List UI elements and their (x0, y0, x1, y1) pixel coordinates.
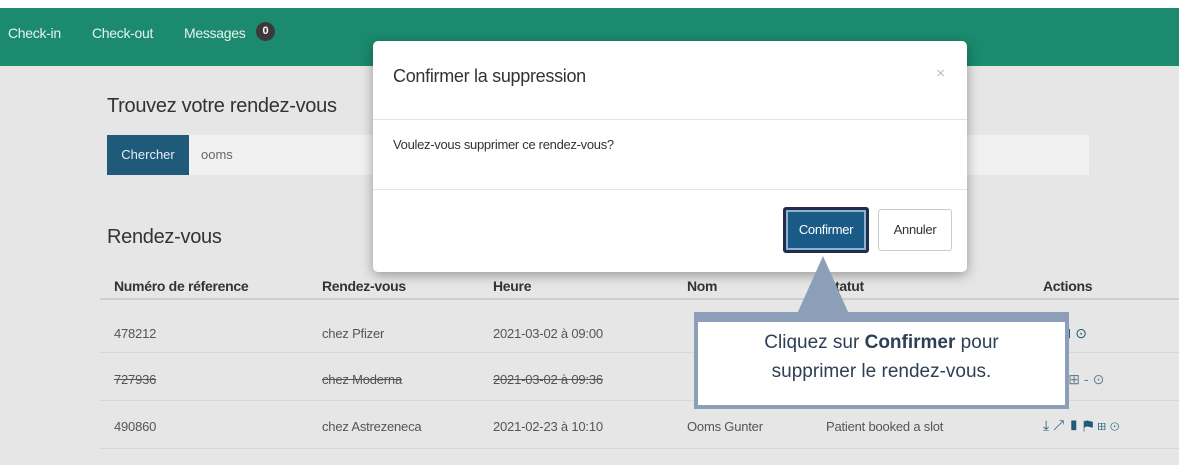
row3-statut: Patient booked a slot (826, 419, 944, 434)
col-heure: Heure (493, 278, 532, 294)
cancel-button[interactable]: Annuler (878, 209, 952, 251)
callout-emphasis: Confirmer (864, 332, 956, 353)
header-divider (100, 298, 1179, 300)
callout-line1: Cliquez sur Confirmer pour (698, 328, 1065, 357)
edit-icon[interactable]: ⊞ (1097, 417, 1110, 433)
nav-checkout[interactable]: Check-out (92, 25, 153, 41)
row2-rdv: chez Moderna (322, 372, 402, 387)
row3-nom: Ooms Gunter (687, 419, 763, 434)
close-icon[interactable]: × (936, 65, 945, 82)
col-actions: Actions (1043, 278, 1093, 294)
row1-rdv: chez Pfizer (322, 326, 385, 341)
col-rendezvous: Rendez-vous (322, 278, 406, 294)
trash-icon[interactable]: ▮ (1068, 417, 1083, 433)
modal-divider (373, 189, 967, 190)
flag-icon[interactable]: ⚑ (1083, 417, 1097, 433)
nav-messages[interactable]: Messages (184, 25, 246, 41)
callout-text: pour (955, 332, 999, 353)
search-button[interactable]: Chercher (107, 135, 189, 175)
col-nom: Nom (687, 278, 718, 294)
row3-rdv: chez Astrezeneca (322, 419, 422, 434)
row3-ref: 490860 (114, 419, 157, 434)
callout-text: Cliquez sur (764, 332, 865, 353)
external-link-icon[interactable]: ↗ (1053, 417, 1068, 433)
download-icon[interactable]: ⤓ (1043, 417, 1053, 433)
row2-ref: 727936 (114, 372, 157, 387)
confirm-delete-modal: Confirmer la suppression × Voulez-vous s… (373, 41, 967, 272)
instruction-callout: Cliquez sur Confirmer pour supprimer le … (694, 312, 1069, 409)
row2-heure: 2021-03-02 à 09:36 (493, 372, 603, 387)
modal-title: Confirmer la suppression (393, 66, 586, 86)
col-reference: Numéro de réference (114, 278, 249, 294)
row1-ref: 478212 (114, 326, 157, 341)
callout-pointer (797, 256, 849, 314)
search-section-title: Trouvez votre rendez-vous (107, 95, 337, 117)
modal-message: Voulez-vous supprimer ce rendez-vous? (393, 137, 614, 152)
cancel-icon[interactable]: ⊙ (1110, 417, 1123, 433)
row3-heure: 2021-02-23 à 10:10 (493, 419, 603, 434)
search-input-value: ooms (201, 147, 233, 162)
row3-actions[interactable]: ⤓↗▮⚑⊞⊙ (1043, 417, 1123, 434)
row1-heure: 2021-03-02 à 09:00 (493, 326, 603, 341)
appointments-title: Rendez-vous (107, 226, 222, 248)
callout-line2: supprimer le rendez-vous. (771, 361, 992, 382)
modal-divider (373, 119, 967, 120)
messages-count-badge: 0 (256, 22, 275, 41)
row-divider (100, 448, 1179, 449)
nav-checkin[interactable]: Check-in (8, 25, 61, 41)
confirm-button[interactable]: Confirmer (783, 207, 869, 253)
